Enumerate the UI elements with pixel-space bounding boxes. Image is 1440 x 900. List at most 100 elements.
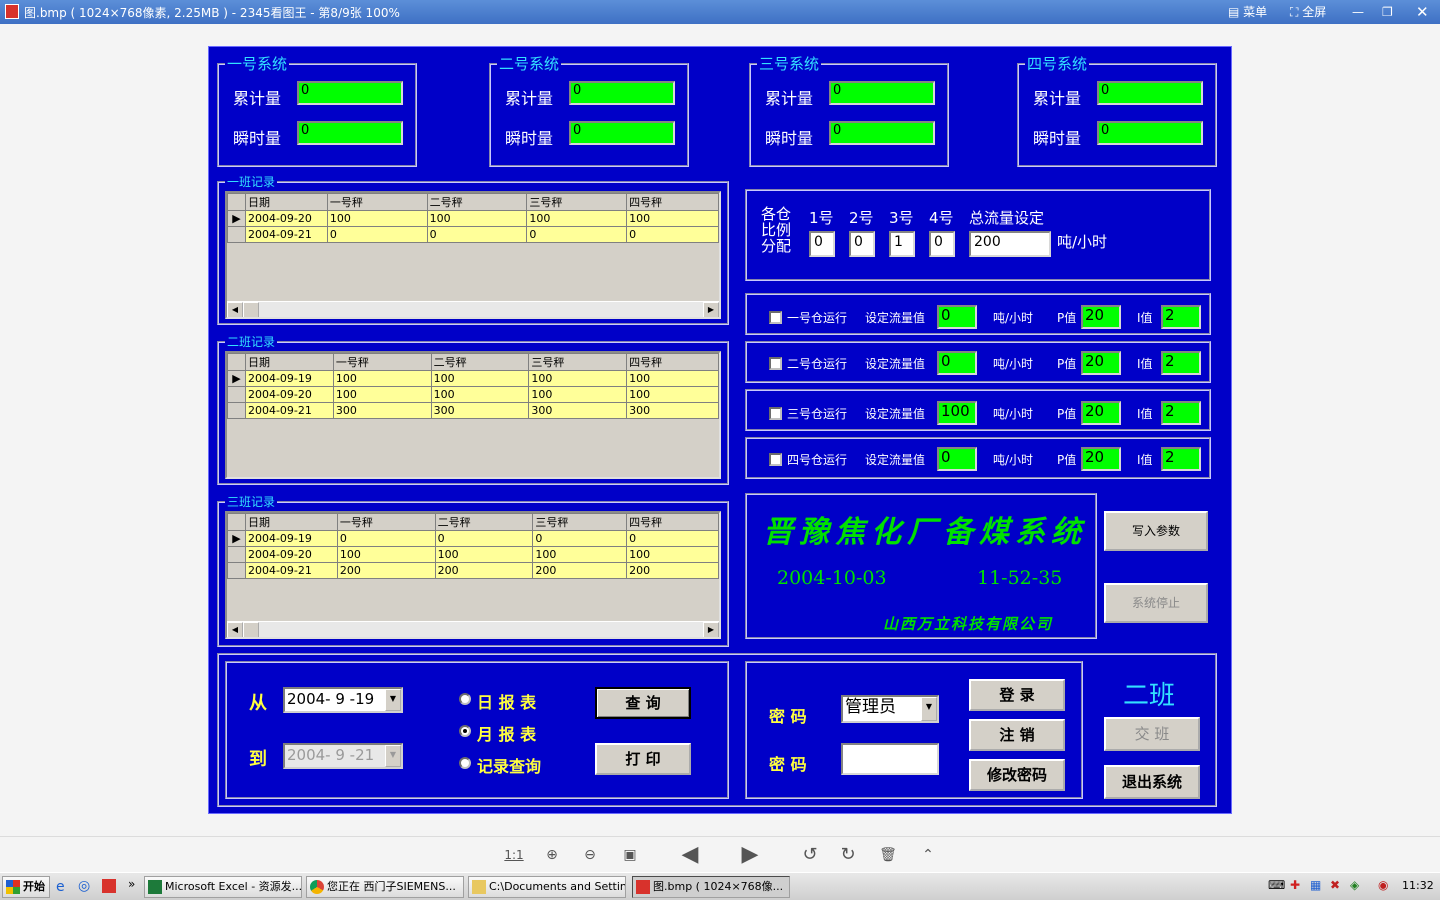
scroll-left-icon[interactable]: ◀ [227, 302, 243, 317]
record-query-radio[interactable] [459, 757, 471, 769]
zoom-in-icon[interactable]: ⊕ [542, 845, 562, 865]
table-cell[interactable]: 100 [336, 546, 436, 563]
menu-button[interactable]: ▤ 菜单 [1228, 2, 1267, 22]
bin4-setpoint-input[interactable]: 0 [937, 447, 977, 471]
table-row[interactable]: 2004-09-20 100 100 100 100 [227, 386, 719, 403]
delete-icon[interactable]: 🗑 [878, 845, 898, 865]
taskbar-item-browser[interactable]: 您正在 西门子SIEMENS... [306, 876, 464, 898]
user-select[interactable]: 管理员 ▼ [841, 695, 939, 723]
bin4-run-checkbox[interactable] [769, 453, 782, 466]
column-header[interactable]: 四号秤 [626, 193, 719, 211]
column-header[interactable]: 三号秤 [526, 193, 628, 211]
table-cell[interactable]: 0 [626, 530, 719, 547]
table-cell[interactable]: 2004-09-19 [244, 530, 338, 547]
security-icon[interactable]: ✖ [1330, 878, 1340, 892]
table-cell[interactable]: 2004-09-20 [244, 210, 328, 227]
bin1-run-checkbox[interactable] [769, 311, 782, 324]
bin3-setpoint-input[interactable]: 100 [937, 401, 977, 425]
scroll-left-icon[interactable]: ◀ [227, 622, 243, 637]
scroll-right-icon[interactable]: ▶ [703, 302, 719, 317]
table-cell[interactable]: 0 [626, 226, 719, 243]
volume-icon[interactable]: ◈ [1350, 878, 1359, 892]
password-input[interactable] [841, 743, 939, 775]
column-header[interactable]: 四号秤 [626, 353, 719, 371]
query-button[interactable]: 查 询 [595, 687, 691, 719]
bin2-ratio-input[interactable]: 0 [849, 231, 875, 257]
table-cell[interactable]: 100 [326, 210, 428, 227]
bin3-i-input[interactable]: 2 [1161, 401, 1201, 425]
antivirus-icon[interactable]: ◉ [1378, 878, 1388, 892]
table-cell[interactable]: 100 [430, 370, 530, 387]
ie-icon[interactable]: e [56, 879, 65, 895]
chevron-down-icon[interactable]: ▼ [385, 745, 401, 767]
table-cell[interactable]: 200 [626, 562, 719, 579]
print-button[interactable]: 打 印 [595, 743, 691, 775]
table-cell[interactable]: 100 [332, 370, 432, 387]
table-cell[interactable]: 0 [526, 226, 628, 243]
taskbar-item-excel[interactable]: Microsoft Excel - 资源发... [144, 876, 302, 898]
actual-size-button[interactable]: 1:1 [502, 845, 526, 865]
table-cell[interactable]: 100 [528, 370, 628, 387]
table-row[interactable]: 2004-09-20 100 100 100 100 [227, 546, 719, 563]
bin1-ratio-input[interactable]: 0 [809, 231, 835, 257]
column-header[interactable]: 二号秤 [430, 353, 530, 371]
table-cell[interactable]: 100 [626, 546, 719, 563]
table-cell[interactable]: 100 [528, 386, 628, 403]
column-header[interactable]: 一号秤 [326, 193, 428, 211]
bin2-setpoint-input[interactable]: 0 [937, 351, 977, 375]
zoom-out-icon[interactable]: ⊖ [580, 845, 600, 865]
bin1-setpoint-input[interactable]: 0 [937, 305, 977, 329]
column-header[interactable]: 二号秤 [426, 193, 528, 211]
table-row[interactable]: 2004-09-21 200 200 200 200 [227, 562, 719, 579]
daily-report-radio[interactable] [459, 693, 471, 705]
bin3-ratio-input[interactable]: 1 [889, 231, 915, 257]
next-image-icon[interactable]: ▶ [732, 844, 768, 866]
table-cell[interactable]: 100 [526, 210, 628, 227]
more-icon[interactable]: ⌃ [918, 845, 938, 865]
column-header[interactable]: 三号秤 [532, 513, 628, 531]
shift3-records-grid[interactable]: 日期 一号秤 二号秤 三号秤 四号秤 ▶ 2004-09-19 0 0 0 0 … [225, 511, 721, 639]
login-button[interactable]: 登 录 [969, 679, 1065, 711]
column-header[interactable]: 四号秤 [626, 513, 719, 531]
table-cell[interactable]: 200 [434, 562, 534, 579]
bin2-i-input[interactable]: 2 [1161, 351, 1201, 375]
scroll-thumb[interactable] [243, 622, 259, 637]
start-button[interactable]: 开始 [2, 876, 50, 898]
stop-system-button[interactable]: 系统停止 [1104, 583, 1208, 623]
taskbar-item-viewer[interactable]: 图.bmp ( 1024×768像... [632, 876, 790, 898]
bin1-p-input[interactable]: 20 [1081, 305, 1121, 329]
table-cell[interactable]: 0 [336, 530, 436, 547]
previous-image-icon[interactable]: ◀ [672, 844, 708, 866]
keyboard-icon[interactable]: ⌨ [1268, 878, 1285, 892]
bin2-p-input[interactable]: 20 [1081, 351, 1121, 375]
bin1-i-input[interactable]: 2 [1161, 305, 1201, 329]
close-button[interactable]: ✕ [1416, 2, 1430, 22]
bin3-p-input[interactable]: 20 [1081, 401, 1121, 425]
table-row[interactable]: ▶ 2004-09-19 100 100 100 100 [227, 370, 719, 387]
bin3-run-checkbox[interactable] [769, 407, 782, 420]
table-cell[interactable]: 2004-09-20 [244, 546, 338, 563]
scroll-thumb[interactable] [243, 302, 259, 317]
bin4-p-input[interactable]: 20 [1081, 447, 1121, 471]
table-cell[interactable]: 100 [434, 546, 534, 563]
table-cell[interactable]: 100 [626, 210, 719, 227]
from-date-picker[interactable]: 2004- 9 -19 ▼ [283, 687, 403, 713]
table-cell[interactable]: 300 [332, 402, 432, 419]
total-flow-input[interactable]: 200 [969, 231, 1051, 257]
to-date-picker[interactable]: 2004- 9 -21 ▼ [283, 743, 403, 769]
table-cell[interactable]: 0 [434, 530, 534, 547]
table-cell[interactable]: 200 [532, 562, 628, 579]
table-cell[interactable]: 0 [326, 226, 428, 243]
viewer-quicklaunch-icon[interactable] [102, 879, 116, 893]
table-cell[interactable]: 0 [426, 226, 528, 243]
write-params-button[interactable]: 写入参数 [1104, 511, 1208, 551]
table-row[interactable]: ▶ 2004-09-20 100 100 100 100 [227, 210, 719, 227]
table-cell[interactable]: 100 [626, 386, 719, 403]
table-cell[interactable]: 2004-09-20 [244, 386, 334, 403]
column-header[interactable]: 日期 [244, 353, 334, 371]
table-cell[interactable]: 100 [332, 386, 432, 403]
chevron-down-icon[interactable]: ▼ [921, 697, 937, 721]
column-header[interactable]: 日期 [244, 513, 338, 531]
table-cell[interactable]: 300 [430, 402, 530, 419]
column-header[interactable]: 三号秤 [528, 353, 628, 371]
